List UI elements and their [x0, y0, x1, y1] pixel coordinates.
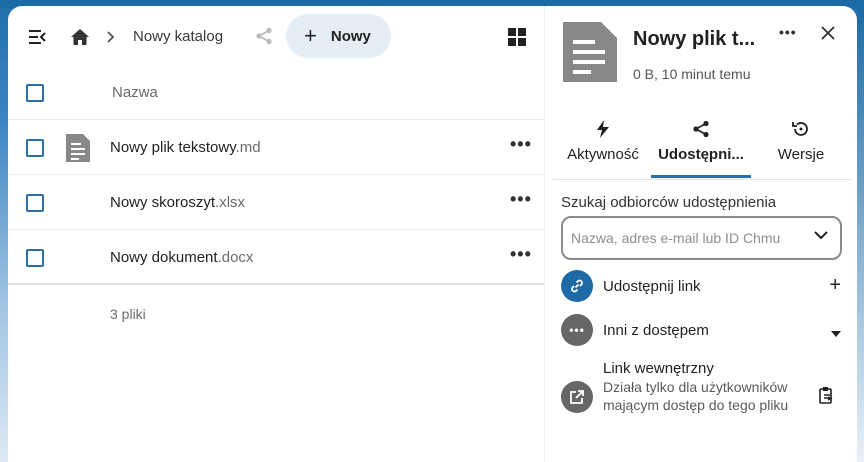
row-checkbox[interactable] — [26, 249, 44, 267]
close-icon[interactable] — [821, 26, 835, 45]
toggle-navigation-icon[interactable] — [24, 24, 50, 50]
file-name[interactable]: Nowy skoroszyt.xlsx — [110, 194, 245, 211]
link-icon — [561, 270, 593, 302]
history-icon — [751, 116, 851, 142]
row-checkbox[interactable] — [26, 194, 44, 212]
internal-link-description: Działa tylko dla użytkowników mającym do… — [603, 379, 789, 413]
add-icon[interactable]: + — [829, 274, 841, 297]
chevron-down-icon[interactable] — [814, 228, 828, 247]
tab-label: Udostępni... — [658, 146, 744, 163]
sidebar-file-meta: 0 B, 10 minut temu — [633, 66, 751, 82]
tab-activity[interactable]: Aktywność — [553, 116, 653, 178]
details-sidebar: Nowy plik t... 0 B, 10 minut temu ••• Ak… — [544, 6, 857, 462]
share-search-field[interactable] — [561, 216, 842, 260]
files-list-panel: Nowy katalog + Nowy Nazwa Nowy plik teks… — [8, 6, 544, 462]
tabs-divider — [553, 179, 851, 180]
chevron-right-icon — [102, 26, 120, 48]
flash-icon — [553, 116, 653, 142]
copy-clipboard-icon[interactable] — [819, 386, 835, 409]
file-count-summary: 3 pliki — [110, 306, 146, 322]
sidebar-file-title: Nowy plik t... — [633, 28, 756, 50]
tab-label: Wersje — [777, 146, 825, 163]
table-row[interactable]: Nowy skoroszyt.xlsx ••• — [8, 175, 544, 230]
external-link-icon — [561, 381, 593, 413]
share-search-input[interactable] — [571, 228, 801, 248]
share-link-label: Udostępnij link — [603, 278, 701, 295]
more-actions-icon[interactable]: ••• — [510, 189, 532, 210]
share-icon[interactable] — [252, 24, 276, 48]
share-icon — [651, 116, 751, 142]
internal-link-entry: Link wewnętrzny Działa tylko dla użytkow… — [561, 360, 841, 440]
others-with-access-entry[interactable]: ••• Inni z dostępem — [561, 314, 841, 346]
new-button-label: Nowy — [330, 27, 371, 45]
internal-link-title: Link wewnętrzny — [603, 360, 714, 377]
breadcrumb: Nowy katalog + Nowy — [8, 6, 544, 68]
more-icon: ••• — [561, 314, 593, 346]
select-all-checkbox[interactable] — [26, 84, 44, 102]
share-search-label: Szukaj odbiorców udostępnienia — [561, 194, 777, 211]
breadcrumb-folder[interactable]: Nowy katalog — [133, 28, 223, 45]
row-checkbox[interactable] — [26, 139, 44, 157]
share-link-entry[interactable]: Udostępnij link + — [561, 270, 841, 302]
plus-icon: + — [304, 23, 317, 48]
home-icon[interactable] — [66, 23, 94, 51]
file-name[interactable]: Nowy plik tekstowy.md — [110, 139, 261, 156]
tab-versions[interactable]: Wersje — [751, 116, 851, 178]
table-row[interactable]: Nowy plik tekstowy.md ••• — [8, 120, 544, 175]
more-actions-icon[interactable]: ••• — [510, 134, 532, 155]
new-button[interactable]: + Nowy — [286, 14, 391, 58]
file-name[interactable]: Nowy dokument.docx — [110, 249, 253, 266]
column-name-header[interactable]: Nazwa — [112, 84, 158, 101]
text-file-icon — [66, 134, 90, 167]
file-preview-icon — [563, 22, 617, 87]
sidebar-more-icon[interactable]: ••• — [779, 24, 797, 40]
tab-sharing[interactable]: Udostępni... — [651, 116, 751, 178]
table-header-row: Nazwa — [8, 65, 544, 120]
grid-view-icon[interactable] — [504, 24, 530, 50]
window-edge — [857, 6, 864, 462]
more-actions-icon[interactable]: ••• — [510, 244, 532, 265]
table-row[interactable]: Nowy dokument.docx ••• — [8, 230, 544, 285]
tab-label: Aktywność — [567, 146, 639, 163]
caret-down-icon[interactable] — [831, 324, 841, 342]
others-with-access-label: Inni z dostępem — [603, 322, 709, 339]
